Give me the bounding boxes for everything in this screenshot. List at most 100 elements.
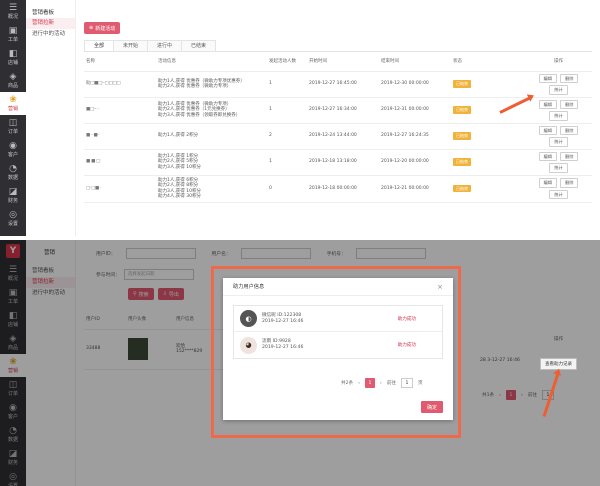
nav-icon: ▣: [8, 25, 18, 36]
nav-item[interactable]: ◧ 店铺: [0, 46, 26, 69]
tab-not-started[interactable]: 未开始: [113, 40, 149, 51]
stats-button[interactable]: 统计: [549, 137, 568, 147]
helper-info: 微信昵 ID:122308 2019-12-27 16:46: [262, 313, 398, 325]
table-row: ■ ■ □ 助力1人,获得 1积分 助力2人,获得 5积分 助力3人,获得 10积分 1…: [84, 149, 592, 176]
reward-line: 助力3人,获得 优惠券（领取券即兑换券）: [158, 112, 241, 118]
nav-label: 财务: [7, 197, 18, 204]
helper-status: 助力成功: [397, 316, 416, 322]
tab-in-progress[interactable]: 进行中: [147, 40, 183, 51]
pager-prev[interactable]: ‹: [358, 381, 360, 386]
nav-label: 概况: [7, 13, 18, 20]
participant-count: 0: [267, 175, 307, 203]
participant-count: 1: [267, 97, 307, 124]
stats-button[interactable]: 统计: [549, 189, 568, 199]
avatar: ◐: [240, 310, 257, 327]
tab-ended[interactable]: 已结束: [181, 40, 217, 51]
subnav-title[interactable]: 营销看板: [26, 0, 75, 18]
nav-item[interactable]: ◫ 订单: [0, 115, 26, 138]
start-time: 2019-12-24 13:44:00: [307, 123, 379, 150]
delete-button[interactable]: 删除: [560, 99, 579, 109]
new-campaign-button[interactable]: ⊕ 新建活动: [84, 22, 121, 34]
nav-item[interactable]: ❀ 营销: [0, 92, 26, 115]
new-campaign-label: 新建活动: [95, 25, 116, 32]
edit-button[interactable]: 编辑: [538, 73, 557, 83]
campaign-name: ■ - ■·: [84, 123, 156, 150]
ops-cell: 编辑 删除统计: [525, 71, 592, 98]
helper-list: ◐ 微信昵 ID:122308 2019-12-27 16:46 助力成功 ◕ …: [233, 305, 443, 359]
edit-button[interactable]: 编辑: [538, 151, 557, 161]
campaign-info: 助力1人,获得 优惠券（微助力专项） 助力2人,获得 优惠券（1元兑换券） 助力3人…: [156, 97, 267, 124]
table-row: 助□■□·-□□□□ 助力1人,获得 优惠券（微助力专项优惠券） 助力2人,获得 优…: [84, 71, 592, 98]
status-cell: 已结束: [451, 97, 525, 124]
nav-label: 店铺: [7, 59, 18, 66]
nav-label: 营销: [7, 105, 18, 112]
status-cell: 已结束: [451, 123, 525, 150]
modal-title: 助力用户信息: [233, 284, 265, 290]
reward-line: 助力4人,获得 30积分: [158, 194, 201, 199]
nav-item[interactable]: ☰ 概况: [0, 0, 26, 23]
nav-item[interactable]: ◉ 客户: [0, 138, 26, 161]
helper-status: 助力成功: [397, 343, 416, 348]
status-badge: 已结束: [453, 132, 471, 140]
main-sidebar: ☰ 概况 ▣ 工单 ◧ 店铺 ◈ 商品 ❀ 营销 ◫ 订单 ◉ 客户 ◔ 数据 ◪ 财务 ◎ 设置: [0, 0, 26, 236]
nav-icon: ◧: [8, 48, 18, 59]
status-badge: 已结束: [453, 184, 471, 193]
tab-all[interactable]: 全部: [84, 40, 115, 51]
pager-unit: 页: [418, 381, 423, 386]
col-name: 名称: [84, 52, 156, 72]
nav-label: 工单: [7, 36, 18, 43]
close-icon[interactable]: ×: [437, 283, 443, 291]
stats-button[interactable]: 统计: [549, 111, 568, 121]
avatar: ◕: [240, 336, 257, 354]
list-item: ◐ 微信昵 ID:122308 2019-12-27 16:46 助力成功: [234, 306, 442, 332]
edit-button[interactable]: 编辑: [538, 178, 557, 188]
delete-button[interactable]: 删除: [560, 125, 579, 135]
delete-button[interactable]: 删除: [560, 73, 579, 83]
delete-button[interactable]: 删除: [560, 151, 579, 161]
nav-item[interactable]: ◪ 财务: [0, 184, 26, 207]
stats-button[interactable]: 统计: [549, 85, 568, 95]
pager-goto-input[interactable]: 1: [401, 378, 414, 388]
nav-item[interactable]: ◎ 设置: [0, 207, 26, 230]
edit-button[interactable]: 编辑: [538, 99, 557, 109]
modal-pagination: 共2条 ‹ 1 › 前往 1 页: [341, 378, 423, 388]
nav-item[interactable]: ◈ 商品: [0, 69, 26, 92]
sub-sidebar: 营销看板 营销拉新 进行中的活动: [26, 0, 76, 236]
start-time: 2019-12-27 16:34:00: [307, 97, 379, 124]
ops-cell: 编辑 删除 统计: [525, 175, 592, 203]
status-badge: 已结束: [453, 80, 471, 88]
nav-item[interactable]: ▣ 工单: [0, 23, 26, 46]
campaign-name: □·□■ ·: [84, 175, 156, 203]
reward-line: 助力1人,获得 2积分: [158, 133, 199, 139]
subnav-item-pull-new[interactable]: 营销拉新: [26, 18, 75, 29]
nav-label: 数据: [7, 174, 18, 181]
nav-icon: ❀: [9, 94, 17, 105]
pager-next[interactable]: ›: [380, 381, 382, 386]
edit-button[interactable]: 编辑: [538, 125, 557, 135]
ops-cell: 编辑 删除统计: [525, 123, 592, 150]
delete-button[interactable]: 删除: [560, 178, 579, 188]
table-row: □·□■ · 助力1人,获得 6积分 助力2人,获得 8积分 助力3人,获得 10积分…: [84, 175, 592, 203]
subnav-item-active-campaigns[interactable]: 进行中的活动: [26, 29, 75, 40]
table-row: ■□·- · 助力1人,获得 优惠券（微助力专项） 助力2人,获得 优惠券（1元兑换…: [84, 97, 592, 124]
participant-detail-screen: Y ☰ 概况 ▣ 工单 ◧ 店铺 ◈ 商品 ❀ 营销 ◫ 订单 ◉ 客户 ◔ 数据 ◪ 财务 ◎ 设置 营销 营销看板 …: [0, 240, 600, 486]
list-item: ◕ 流雨 ID:9928 2019-12-27 16:46 助力成功: [234, 332, 442, 358]
nav-icon: ◎: [9, 209, 17, 220]
pager-page[interactable]: 1: [364, 378, 375, 388]
nav-icon: ◫: [8, 117, 18, 128]
ops-cell: 编辑 删除统计: [525, 97, 592, 124]
participant-count: 1: [267, 149, 307, 176]
confirm-button[interactable]: 确定: [420, 401, 443, 413]
status-cell: 已结束: [451, 175, 525, 203]
start-time: 2019-12-27 16:45:00: [307, 71, 379, 98]
campaign-info: 助力1人,获得 1积分 助力2人,获得 5积分 助力3人,获得 10积分: [156, 149, 267, 176]
nav-label: 客户: [7, 151, 18, 158]
stats-button[interactable]: 统计: [549, 163, 568, 173]
nav-icon: ◈: [9, 71, 17, 82]
participant-count: 1: [267, 71, 307, 98]
pager-goto-label: 前往: [386, 381, 397, 386]
col-end: 结束时间: [379, 52, 451, 72]
nav-icon: ◉: [9, 140, 17, 151]
nav-item[interactable]: ◔ 数据: [0, 161, 26, 184]
end-time: 2019-12-20 00:00:00: [379, 149, 451, 176]
